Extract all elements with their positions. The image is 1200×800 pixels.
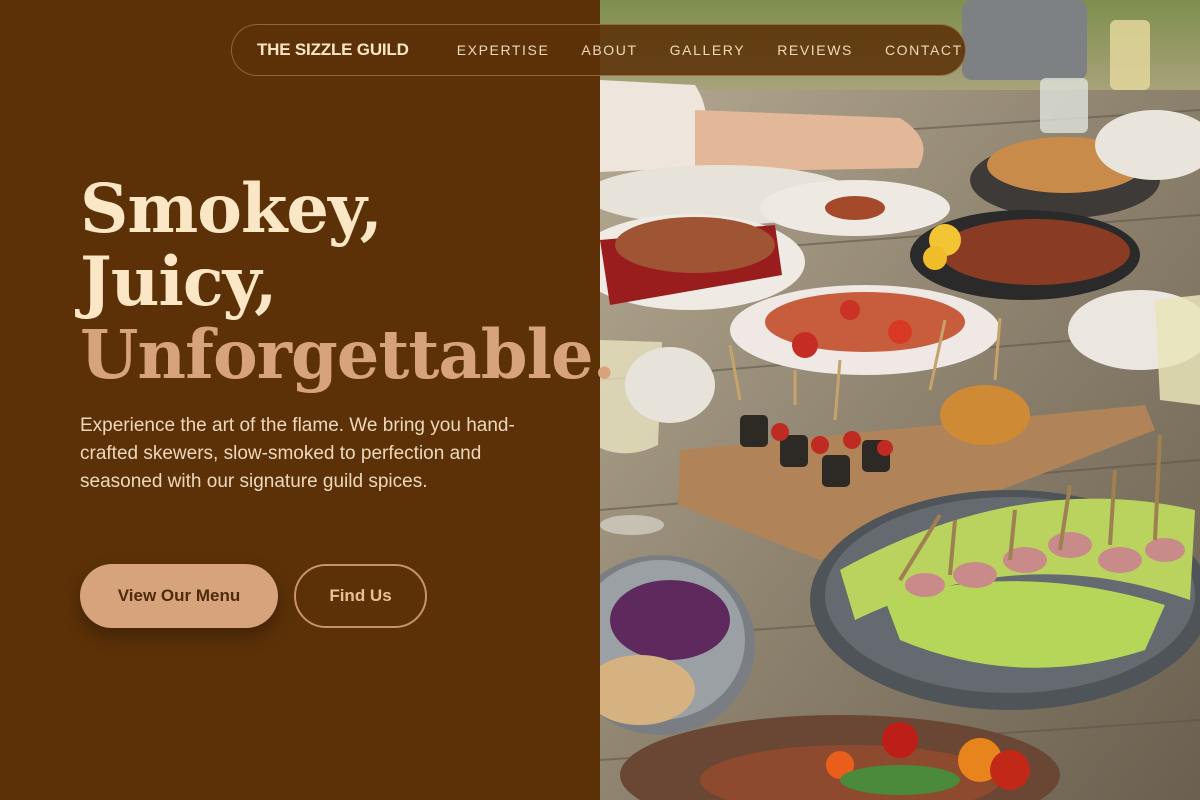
food-table-illustration [600,0,1200,800]
hero-panel [0,0,600,800]
headline-line-2: Juicy, [80,242,278,321]
nav-link-gallery[interactable]: GALLERY [670,42,746,58]
nav-link-contact[interactable]: CONTACT [885,42,963,58]
hero-food-image [600,0,1200,800]
nav-link-about[interactable]: ABOUT [581,42,637,58]
hero-headline: Smokey, Juicy, Unforgettable. [80,169,616,394]
headline-line-3: Unforgettable. [80,315,616,394]
top-navigation: THE SIZZLE GUILD EXPERTISE ABOUT GALLERY… [231,24,966,76]
nav-link-expertise[interactable]: EXPERTISE [457,42,550,58]
nav-links: EXPERTISE ABOUT GALLERY REVIEWS CONTACT [457,42,995,58]
find-us-button[interactable]: Find Us [294,564,427,628]
hero-description: Experience the art of the flame. We brin… [80,415,515,492]
page-title: Smokey, Juicy, Unforgettable. [80,169,616,394]
brand-logo[interactable]: THE SIZZLE GUILD [257,40,409,60]
nav-link-reviews[interactable]: REVIEWS [777,42,853,58]
headline-line-1: Smokey, [80,169,383,248]
view-menu-button[interactable]: View Our Menu [80,564,278,628]
